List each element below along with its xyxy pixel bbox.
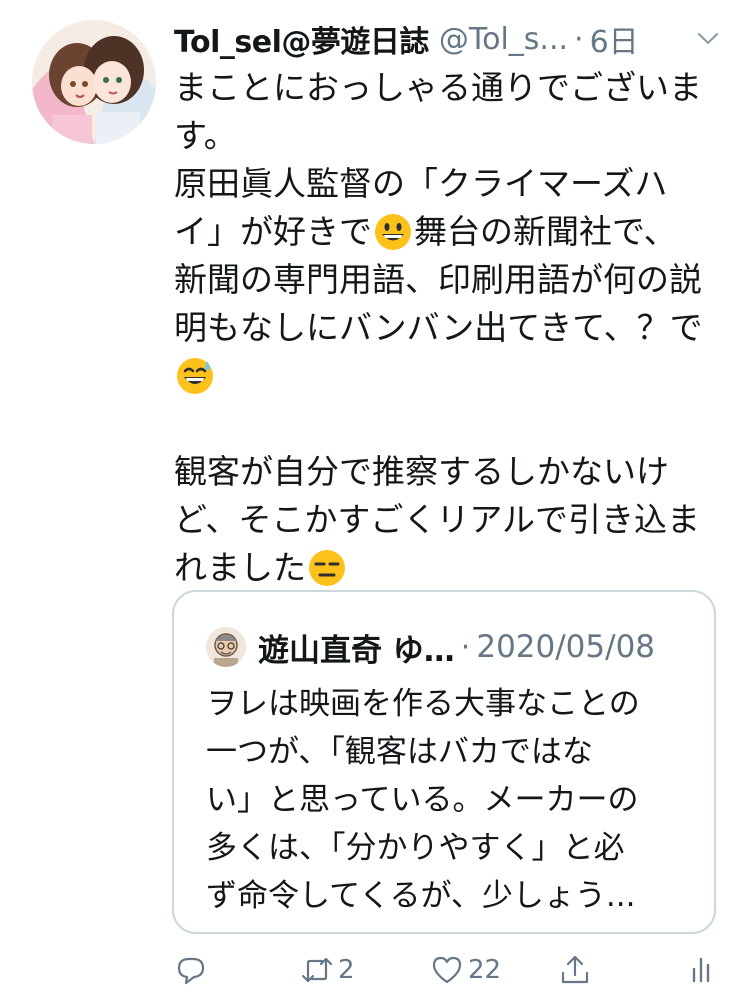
quoted-display-name: 遊山直奇 ゆ…: [258, 632, 455, 669]
quoted-tweet-text: ヲレは映画を作る大事なことの 一つが、「観客はバカではな い」と思っている。メー…: [206, 680, 686, 920]
tweet-line: 観客が自分で推察するしかないけ: [174, 452, 669, 491]
tweet-line: す。: [174, 116, 237, 155]
grinning-face-emoji-icon: [375, 214, 411, 250]
tweet-line: ど、そこかすごくリアルで引き込ま: [174, 500, 701, 539]
like-count: 22: [468, 955, 502, 985]
analytics-button[interactable]: [686, 948, 720, 992]
share-button[interactable]: [558, 948, 596, 992]
tweet-line: 明もなしにバンバン出てきて、？で: [174, 308, 703, 347]
tweet-line-text: イ」が好きで: [174, 212, 372, 251]
quoted-line: 一つが、「観客はバカではな: [206, 734, 593, 770]
author-avatar[interactable]: [32, 20, 156, 144]
tweet-line: れました: [174, 544, 724, 592]
tweet-text: まことにおっしゃる通りでございま す。 原田眞人監督の「クライマーズハ イ」が好…: [174, 64, 724, 592]
separator-dot: ·: [460, 629, 471, 665]
reply-button[interactable]: [174, 948, 212, 992]
expressionless-face-emoji-icon: [309, 550, 345, 586]
tweet-time[interactable]: 6日: [590, 17, 639, 61]
quoted-author-avatar: [206, 627, 246, 667]
chevron-down-icon[interactable]: [696, 26, 720, 50]
like-button[interactable]: 22: [430, 948, 501, 992]
avatar-illustration: [32, 20, 156, 144]
quoted-tweet-card[interactable]: 遊山直奇 ゆ… · 2020/05/08 ヲレは映画を作る大事なことの 一つが、…: [172, 590, 716, 934]
tweet-line-text: 舞台の新聞社で、: [414, 212, 677, 251]
tweet-line: [174, 352, 724, 400]
quoted-line: 多くは、「分かりやすく」と必: [206, 830, 625, 866]
user-handle[interactable]: @Tol_s...: [439, 22, 568, 57]
quoted-line: い」と思っている。メーカーの: [206, 782, 639, 818]
tweet-line: 新聞の専門用語、印刷用語が何の説: [174, 260, 702, 299]
tweet-line: まことにおっしゃる通りでございま: [174, 68, 702, 107]
share-icon: [561, 955, 589, 984]
quoted-line: ず命令してくるが、少しょう...: [206, 878, 636, 914]
quoted-date: 2020/05/08: [476, 629, 656, 665]
reply-icon: [177, 957, 205, 985]
heart-icon: [432, 956, 462, 984]
grinning-sweat-face-emoji-icon: [177, 358, 213, 394]
retweet-icon: [301, 957, 333, 983]
tweet-line-text: れました: [174, 548, 306, 587]
display-name[interactable]: Tol_sel@夢遊日誌: [174, 17, 429, 61]
quoted-tweet-header: 遊山直奇 ゆ… · 2020/05/08: [206, 624, 686, 670]
tweet-line: イ」が好きで 舞台の新聞社で、: [174, 208, 724, 256]
analytics-icon: [692, 957, 710, 983]
quoted-line: ヲレは映画を作る大事なことの: [206, 686, 640, 722]
retweet-count: 2: [338, 955, 355, 985]
retweet-button[interactable]: 2: [300, 948, 355, 992]
tweet-header: Tol_sel@夢遊日誌 @Tol_s... · 6日: [174, 16, 734, 62]
tweet-actions: 2 22: [174, 948, 734, 992]
avatar-illustration: [206, 627, 246, 667]
tweet-line: 原田眞人監督の「クライマーズハ: [174, 164, 668, 203]
separator-dot: ·: [574, 21, 584, 57]
